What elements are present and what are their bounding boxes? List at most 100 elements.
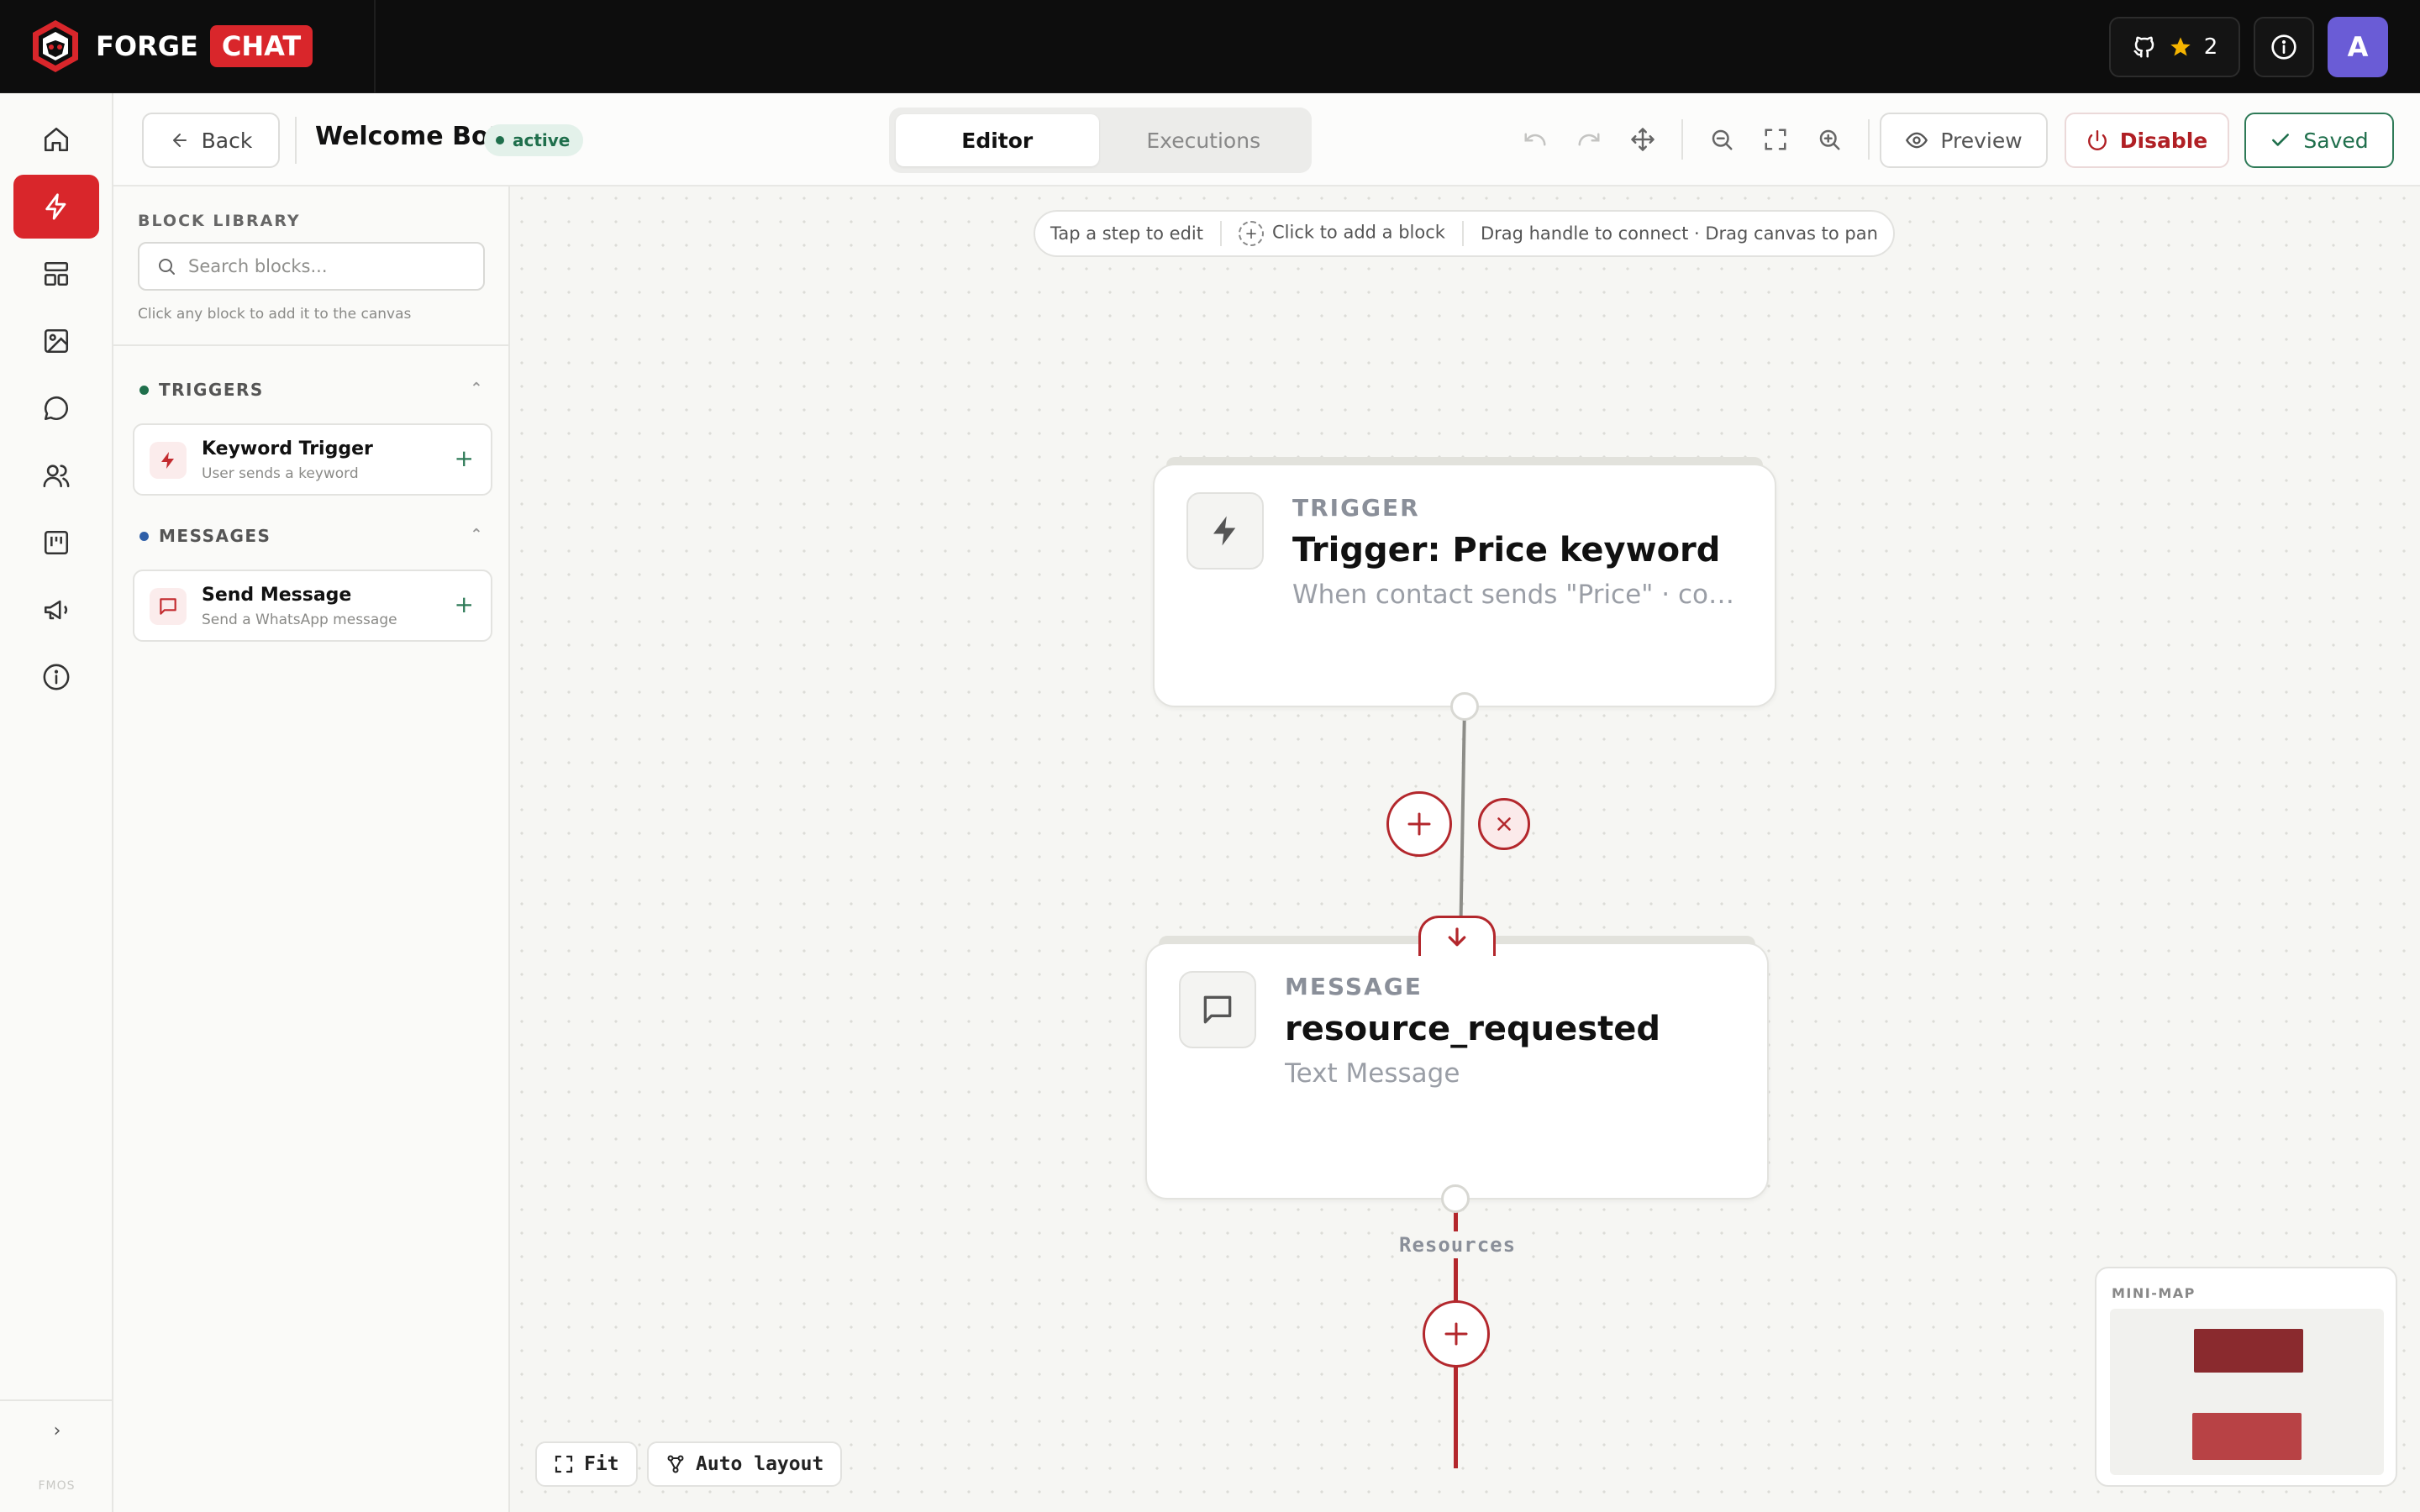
tab-executions[interactable]: Executions xyxy=(1102,114,1306,166)
block-keyword-trigger[interactable]: Keyword Trigger User sends a keyword + xyxy=(133,423,492,496)
block-name: Send Message xyxy=(202,585,352,606)
fit-button[interactable]: Fit xyxy=(535,1441,638,1487)
add-block-plus-icon[interactable]: + xyxy=(455,447,474,470)
bolt-icon xyxy=(1186,492,1264,570)
nav-chats[interactable] xyxy=(13,376,99,440)
close-icon xyxy=(1497,817,1511,831)
zoom-in-icon xyxy=(1819,129,1840,150)
hint-add: + Click to add a block xyxy=(1238,221,1445,246)
section-title: MESSAGES xyxy=(159,526,271,546)
user-avatar[interactable]: A xyxy=(2328,17,2388,77)
hint-add-label: Click to add a block xyxy=(1271,222,1445,243)
brand-chat-badge: CHAT xyxy=(209,25,313,67)
disable-button[interactable]: Disable xyxy=(2065,113,2229,168)
nav-contacts[interactable] xyxy=(13,444,99,507)
back-label: Back xyxy=(201,128,253,153)
add-block-plus-icon[interactable]: + xyxy=(455,593,474,617)
message-node[interactable]: MESSAGE resource_requested Text Message xyxy=(1145,936,1769,1200)
status-text: active xyxy=(513,130,571,150)
nav-media[interactable] xyxy=(13,309,99,373)
node-type-label: MESSAGE xyxy=(1285,973,1423,1000)
disable-label: Disable xyxy=(2119,128,2208,153)
left-nav-rail: › FMOS xyxy=(0,93,113,1512)
insert-step-button[interactable] xyxy=(1386,791,1452,857)
output-handle[interactable] xyxy=(1450,692,1479,721)
back-button[interactable]: Back xyxy=(142,113,280,168)
chevron-up-icon[interactable]: ⌃ xyxy=(470,526,484,543)
zoom-in-button[interactable] xyxy=(1802,118,1856,160)
block-description: User sends a keyword xyxy=(202,465,359,482)
preview-button[interactable]: Preview xyxy=(1880,113,2048,168)
chat-bubble-icon xyxy=(1179,971,1256,1048)
section-messages-header[interactable]: MESSAGES ⌃ xyxy=(139,526,484,546)
forge-logo-icon xyxy=(33,20,78,72)
minimap-viewport[interactable] xyxy=(2110,1309,2384,1475)
mini-map[interactable]: MINI-MAP xyxy=(2095,1267,2397,1487)
node-subtitle: When contact sends "Price" · contains xyxy=(1292,580,1746,610)
check-icon xyxy=(2272,134,2290,146)
section-triggers-header[interactable]: TRIGGERS ⌃ xyxy=(139,380,484,400)
nav-campaigns[interactable] xyxy=(13,578,99,642)
star-icon xyxy=(2170,37,2191,56)
fullscreen-icon xyxy=(1765,129,1786,150)
library-divider xyxy=(113,344,508,346)
pan-button[interactable] xyxy=(1616,118,1670,160)
kanban-icon xyxy=(44,530,69,555)
block-search-box[interactable] xyxy=(138,242,485,291)
nav-automations[interactable] xyxy=(13,175,99,239)
auto-layout-button[interactable]: Auto layout xyxy=(647,1441,843,1487)
zoom-out-button[interactable] xyxy=(1695,118,1749,160)
bot-name-title[interactable]: Welcome Bot xyxy=(315,122,501,151)
preview-label: Preview xyxy=(1940,128,2023,153)
status-badge: active xyxy=(484,124,584,156)
block-search-input[interactable] xyxy=(188,256,457,276)
tab-editor[interactable]: Editor xyxy=(896,114,1099,166)
input-handle-arrow[interactable] xyxy=(1418,916,1496,956)
chevron-up-icon[interactable]: ⌃ xyxy=(470,380,484,397)
editor-tabs: Editor Executions xyxy=(889,108,1312,173)
info-button[interactable] xyxy=(2254,17,2314,77)
bolt-icon xyxy=(45,193,66,220)
nav-boards[interactable] xyxy=(13,511,99,575)
power-icon xyxy=(2087,129,2107,150)
toolbar-divider xyxy=(1681,119,1683,160)
redo-button[interactable] xyxy=(1562,118,1616,160)
minimap-node-message xyxy=(2192,1413,2302,1460)
flow-canvas[interactable]: Tap a step to edit + Click to add a block… xyxy=(510,186,2420,1512)
brand-divider xyxy=(374,0,376,93)
add-circle-icon: + xyxy=(1238,221,1264,246)
expand-rail-chevron-icon[interactable]: › xyxy=(47,1420,67,1441)
block-send-message[interactable]: Send Message Send a WhatsApp message + xyxy=(133,570,492,642)
trigger-node[interactable]: TRIGGER Trigger: Price keyword When cont… xyxy=(1153,457,1776,707)
section-title: TRIGGERS xyxy=(159,380,264,400)
layout-icon xyxy=(44,261,69,286)
output-handle[interactable] xyxy=(1441,1184,1470,1213)
plus-icon xyxy=(1444,1322,1468,1346)
github-star-count: 2 xyxy=(2203,34,2218,60)
image-icon xyxy=(44,328,69,354)
github-icon xyxy=(2133,36,2154,58)
info-icon xyxy=(2271,34,2296,60)
add-next-step-button[interactable] xyxy=(1423,1300,1490,1368)
nav-templates[interactable] xyxy=(13,242,99,306)
github-stars-button[interactable]: 2 xyxy=(2109,17,2240,77)
nav-about[interactable] xyxy=(13,645,99,709)
network-icon xyxy=(667,1455,684,1473)
megaphone-icon xyxy=(44,600,68,620)
delete-edge-button[interactable] xyxy=(1478,798,1530,850)
auto-layout-label: Auto layout xyxy=(696,1453,824,1475)
nav-home[interactable] xyxy=(13,108,99,171)
rail-divider xyxy=(0,1399,113,1401)
brand-forge-text: FORGE xyxy=(96,30,198,62)
canvas-toolbar xyxy=(1508,118,1881,160)
node-title: resource_requested xyxy=(1285,1010,1660,1048)
undo-button[interactable] xyxy=(1508,118,1562,160)
section-dot xyxy=(139,531,149,541)
node-type-label: TRIGGER xyxy=(1292,494,1420,522)
canvas-hint-bar: Tap a step to edit + Click to add a block… xyxy=(1034,210,1895,257)
minimap-node-trigger xyxy=(2194,1329,2303,1373)
saved-button[interactable]: Saved xyxy=(2244,113,2394,168)
fit-view-button[interactable] xyxy=(1749,118,1802,160)
redo-icon xyxy=(1578,133,1600,146)
brand-logo[interactable]: FORGE CHAT xyxy=(30,18,313,74)
